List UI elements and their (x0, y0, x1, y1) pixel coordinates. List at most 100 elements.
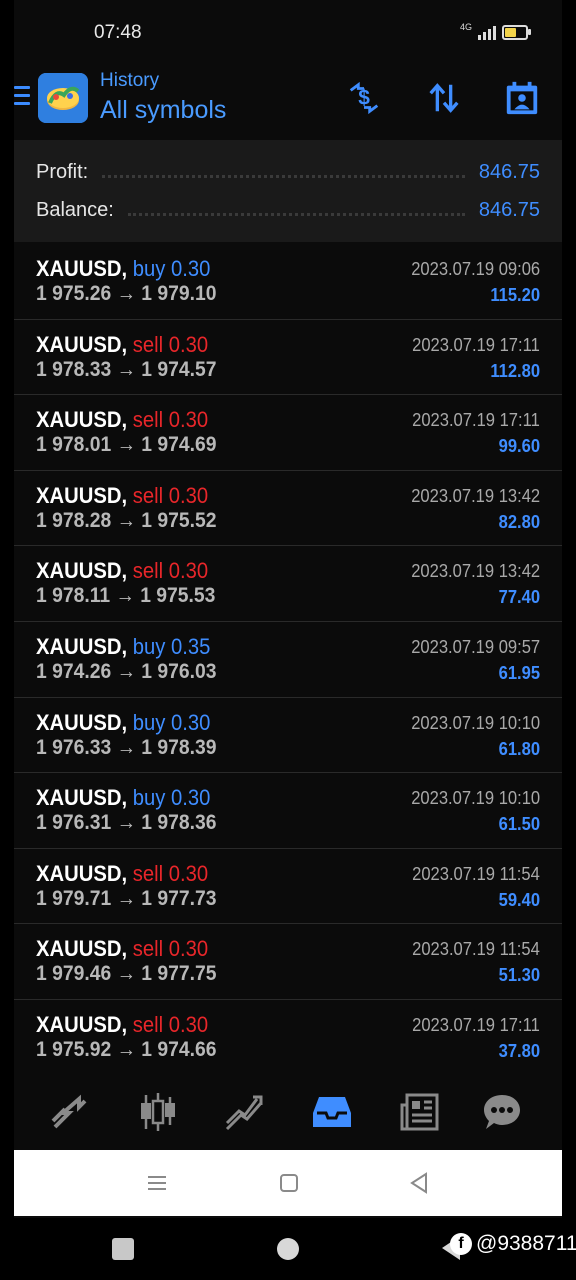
trade-profit: 77.40 (498, 587, 540, 608)
trade-row[interactable]: XAUUSD, buy 0.30 1 975.26 → 1 979.10 2023.… (14, 244, 562, 320)
trade-time: 2023.07.19 09:57 (411, 636, 540, 657)
symbol-name: XAUUSD, (36, 331, 128, 357)
balance-label: Balance: (36, 198, 114, 221)
trade-prices: 1 976.33 → 1 978.39 (36, 735, 217, 759)
trade-volume: 0.30 (168, 1011, 209, 1037)
trade-volume: 0.30 (168, 331, 209, 357)
back-icon (410, 1172, 427, 1194)
symbol-name: XAUUSD, (36, 1011, 128, 1037)
leader-dots (102, 174, 465, 178)
tab-news[interactable] (398, 1090, 442, 1134)
home-icon (280, 1174, 298, 1192)
status-time: 07:48 (94, 22, 142, 43)
history-icon (313, 1097, 351, 1127)
trade-row[interactable]: XAUUSD, sell 0.30 1 979.71 → 1 977.73 2023… (14, 849, 562, 925)
menu-icon[interactable] (14, 86, 30, 110)
calendar-icon (506, 81, 538, 115)
trade-time: 2023.07.19 09:06 (411, 259, 540, 279)
trade-profit: 61.95 (498, 662, 540, 683)
trade-time: 2023.07.19 17:11 (412, 334, 540, 355)
trade-profit: 61.80 (498, 738, 540, 759)
balance-row: Balance: 846.75 (36, 195, 540, 225)
trade-profit: 112.80 (490, 360, 540, 381)
watermark: f @9388711 (450, 1232, 576, 1256)
sort-button[interactable] (424, 78, 464, 118)
trade-prices: 1 974.26 → 1 976.03 (36, 659, 217, 683)
trade-row[interactable]: XAUUSD, buy 0.35 1 974.26 → 1 976.03 2023.… (14, 622, 562, 698)
trade-symbol: XAUUSD, sell 0.30 (36, 1012, 208, 1038)
trade-symbol: XAUUSD, sell 0.30 (36, 936, 208, 962)
profit-label: Profit: (36, 160, 89, 183)
signal-icon (478, 24, 496, 40)
chart-icon (141, 1093, 175, 1131)
trade-profit: 37.80 (498, 1040, 540, 1061)
tab-chat[interactable] (480, 1090, 524, 1134)
trade-symbol: XAUUSD, sell 0.30 (36, 861, 208, 887)
trade-prices: 1 978.11 → 1 975.53 (36, 584, 216, 608)
trade-side: sell (132, 407, 164, 433)
trade-row[interactable]: XAUUSD, buy 0.30 1 976.33 → 1 978.39 2023.… (14, 698, 562, 774)
trade-side: sell (132, 331, 164, 357)
balance-value: 846.75 (478, 198, 540, 221)
trade-symbol: XAUUSD, sell 0.30 (36, 407, 208, 433)
symbol-name: XAUUSD, (36, 407, 128, 433)
trade-side: buy (132, 633, 166, 659)
quotes-icon (51, 1094, 87, 1129)
trade-prices: 1 979.71 → 1 977.73 (36, 886, 217, 910)
tab-history[interactable] (310, 1090, 354, 1134)
trade-row[interactable]: XAUUSD, buy 0.30 1 976.31 → 1 978.36 2023.… (14, 773, 562, 849)
circle-icon[interactable] (277, 1238, 299, 1260)
symbol-name: XAUUSD, (36, 482, 128, 508)
page-title[interactable]: All symbols (100, 96, 226, 125)
news-icon (400, 1093, 439, 1131)
tab-quotes[interactable] (48, 1090, 92, 1134)
symbol-name: XAUUSD, (36, 785, 128, 811)
trade-volume: 0.30 (168, 558, 209, 584)
navigation-bar (14, 1150, 562, 1216)
trade-prices: 1 978.33 → 1 974.57 (36, 357, 217, 381)
trade-time: 2023.07.19 13:42 (411, 485, 540, 506)
facebook-icon: f (450, 1233, 472, 1255)
system-bar: f @9388711 (0, 1218, 576, 1280)
square-icon[interactable] (112, 1238, 134, 1260)
trade-profit: 82.80 (498, 511, 540, 532)
currency-exchange-button[interactable]: $ (344, 78, 384, 118)
trade-row[interactable]: XAUUSD, sell 0.30 1 978.28 → 1 975.52 2023… (14, 471, 562, 547)
trade-side: buy (132, 709, 166, 735)
trade-profit: 51.30 (498, 965, 540, 986)
trade-side: sell (132, 1011, 164, 1037)
trade-profit: 59.40 (498, 889, 540, 910)
symbol-name: XAUUSD, (36, 256, 128, 281)
trade-list: XAUUSD, buy 0.30 1 975.26 → 1 979.10 2023.… (14, 244, 562, 1076)
trade-profit: 99.60 (498, 436, 540, 457)
trade-symbol: XAUUSD, sell 0.30 (36, 558, 208, 584)
trade-symbol: XAUUSD, sell 0.30 (36, 332, 208, 358)
symbol-name: XAUUSD, (36, 860, 128, 886)
trade-row[interactable]: XAUUSD, sell 0.30 1 978.01 → 1 974.69 2023… (14, 395, 562, 471)
profit-row: Profit: 846.75 (36, 157, 540, 187)
trade-icon (225, 1095, 263, 1131)
trade-profit: 115.20 (490, 285, 540, 305)
trade-time: 2023.07.19 11:54 (412, 863, 540, 884)
tab-trade[interactable] (222, 1090, 266, 1134)
trade-time: 2023.07.19 13:42 (411, 561, 540, 582)
calendar-button[interactable] (502, 78, 542, 118)
trade-prices: 1 979.46 → 1 977.75 (36, 962, 217, 986)
trade-side: sell (132, 482, 164, 508)
recent-apps-button[interactable] (142, 1168, 172, 1198)
home-button[interactable] (274, 1168, 304, 1198)
trade-symbol: XAUUSD, buy 0.30 (36, 256, 210, 282)
trade-symbol: XAUUSD, buy 0.30 (36, 785, 210, 811)
trade-volume: 0.30 (168, 407, 209, 433)
chat-icon (484, 1095, 520, 1129)
trade-row[interactable]: XAUUSD, sell 0.30 1 975.92 → 1 974.66 2023… (14, 1000, 562, 1076)
trade-side: buy (132, 256, 166, 281)
network-label: 4G (459, 22, 472, 32)
back-button[interactable] (404, 1168, 434, 1198)
trade-volume: 0.30 (168, 482, 209, 508)
trade-row[interactable]: XAUUSD, sell 0.30 1 978.11 → 1 975.53 2023… (14, 546, 562, 622)
trade-row[interactable]: XAUUSD, sell 0.30 1 979.46 → 1 977.75 2023… (14, 924, 562, 1000)
trade-volume: 0.30 (168, 860, 209, 886)
trade-row[interactable]: XAUUSD, sell 0.30 1 978.33 → 1 974.57 2023… (14, 320, 562, 396)
tab-chart[interactable] (136, 1090, 180, 1134)
